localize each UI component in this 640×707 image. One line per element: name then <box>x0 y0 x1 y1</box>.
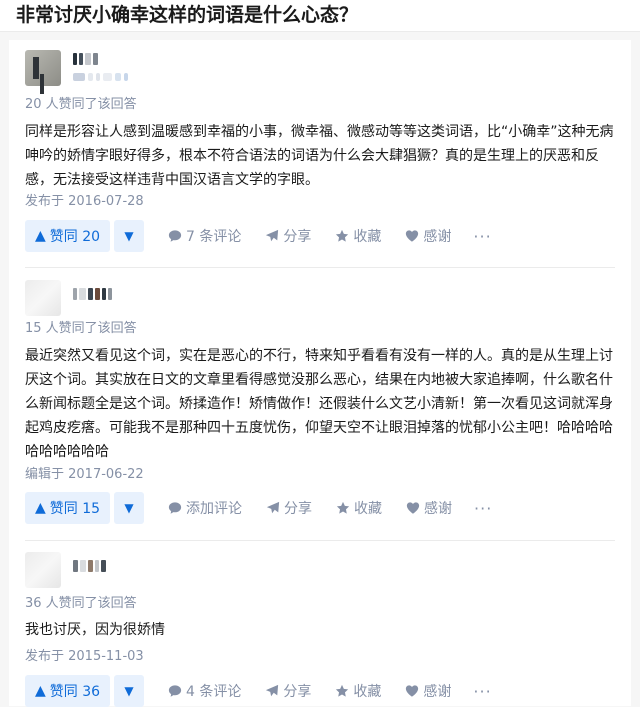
author-name-blurred[interactable] <box>73 288 112 300</box>
triangle-up-icon: ▲ <box>35 500 46 516</box>
action-bar: ▲ 赞同 20 ▼ 7 条评论 分享 收藏 感谢 ··· <box>25 220 492 252</box>
vote-up-label: 赞同 36 <box>49 684 101 700</box>
answer-content: 我也讨厌，因为很娇情 <box>25 622 165 638</box>
comment-bubble-icon <box>168 502 182 514</box>
upvoters-text: 15 人赞同了该回答 <box>25 321 137 336</box>
share-label: 分享 <box>283 684 312 700</box>
heart-icon <box>406 502 420 514</box>
more-options-icon[interactable]: ··· <box>473 682 491 701</box>
vote-down-button[interactable]: ▼ <box>114 220 145 252</box>
answer-list: 20 人赞同了该回答 同样是形容让人感到温暖感到幸福的小事，微幸福、微感动等等这… <box>9 40 631 707</box>
answer-date[interactable]: 编辑于 2017-06-22 <box>25 467 144 483</box>
triangle-down-icon: ▼ <box>124 229 134 243</box>
answer-date[interactable]: 发布于 2016-07-28 <box>25 194 144 210</box>
avatar[interactable] <box>25 280 61 316</box>
upvoters-text: 20 人赞同了该回答 <box>25 97 137 112</box>
vote-down-button[interactable]: ▼ <box>114 675 145 707</box>
divider <box>25 540 615 541</box>
collect-label: 收藏 <box>354 501 383 517</box>
avatar[interactable] <box>25 552 61 588</box>
collect-button[interactable]: 收藏 <box>336 498 382 518</box>
collect-label: 收藏 <box>353 684 382 700</box>
vote-up-label: 赞同 20 <box>49 229 101 245</box>
triangle-down-icon: ▼ <box>124 501 134 515</box>
comment-label: 4 条评论 <box>186 684 242 700</box>
thanks-label: 感谢 <box>423 229 452 245</box>
comment-label: 添加评论 <box>186 501 243 517</box>
triangle-up-icon: ▲ <box>35 228 46 244</box>
paper-plane-icon <box>266 684 279 697</box>
question-title[interactable]: 非常讨厌小确幸这样的词语是什么心态？ <box>0 0 640 32</box>
share-button[interactable]: 分享 <box>266 498 312 518</box>
star-icon <box>336 684 349 697</box>
collect-button[interactable]: 收藏 <box>335 681 381 701</box>
answer-content: 同样是形容让人感到温暖感到幸福的小事，微幸福、微感动等等这类词语，比“小确幸”这… <box>25 124 614 188</box>
thanks-label: 感谢 <box>424 501 453 517</box>
collect-label: 收藏 <box>353 229 382 245</box>
vote-up-label: 赞同 15 <box>49 501 101 517</box>
star-icon <box>336 501 350 514</box>
author-bio-blurred <box>73 73 128 81</box>
share-button[interactable]: 分享 <box>265 226 311 246</box>
comment-button[interactable]: 7 条评论 <box>168 226 241 246</box>
vote-up-button[interactable]: ▲ 赞同 36 <box>25 675 111 707</box>
answer-item: 36 人赞同了该回答 我也讨厌，因为很娇情 发布于 2015-11-03 ▲ 赞… <box>9 542 609 707</box>
more-options-icon[interactable]: ··· <box>473 227 491 246</box>
vote-up-button[interactable]: ▲ 赞同 15 <box>25 492 111 524</box>
comment-bubble-icon <box>168 685 182 697</box>
vote-up-button[interactable]: ▲ 赞同 20 <box>25 220 111 252</box>
more-options-icon[interactable]: ··· <box>474 499 492 518</box>
paper-plane-icon <box>266 501 280 514</box>
author-name-blurred[interactable] <box>73 560 106 572</box>
thanks-label: 感谢 <box>423 684 452 700</box>
vote-down-button[interactable]: ▼ <box>114 492 145 524</box>
triangle-down-icon: ▼ <box>124 684 134 698</box>
action-bar: ▲ 赞同 36 ▼ 4 条评论 分享 收藏 感谢 ··· <box>25 675 492 707</box>
comment-button[interactable]: 添加评论 <box>168 498 242 518</box>
thanks-button[interactable]: 感谢 <box>406 498 452 518</box>
answer-item: 20 人赞同了该回答 同样是形容让人感到温暖感到幸福的小事，微幸福、微感动等等这… <box>9 40 614 270</box>
heart-icon <box>406 230 419 242</box>
paper-plane-icon <box>266 229 279 242</box>
heart-icon <box>406 685 419 697</box>
thanks-button[interactable]: 感谢 <box>405 226 451 246</box>
answer-date[interactable]: 发布于 2015-11-03 <box>25 649 144 665</box>
upvoters-text: 36 人赞同了该回答 <box>25 596 137 611</box>
divider <box>25 267 615 268</box>
share-button[interactable]: 分享 <box>265 681 311 701</box>
answer-item: 15 人赞同了该回答 最近突然又看见这个词，实在是恶心的不行，特来知乎看看有没有… <box>9 270 613 542</box>
star-icon <box>336 229 349 242</box>
comment-label: 7 条评论 <box>186 229 242 245</box>
thanks-button[interactable]: 感谢 <box>405 681 451 701</box>
share-label: 分享 <box>284 501 313 517</box>
collect-button[interactable]: 收藏 <box>335 226 381 246</box>
action-bar: ▲ 赞同 15 ▼ 添加评论 分享 收藏 感谢 ··· <box>25 492 492 524</box>
author-name-blurred[interactable] <box>73 53 98 65</box>
share-label: 分享 <box>283 229 312 245</box>
answer-content: 最近突然又看见这个词，实在是恶心的不行，特来知乎看看有没有一样的人。真的是从生理… <box>25 348 613 460</box>
triangle-up-icon: ▲ <box>35 683 46 699</box>
avatar[interactable] <box>25 50 61 86</box>
comment-button[interactable]: 4 条评论 <box>168 681 241 701</box>
comment-bubble-icon <box>168 230 182 242</box>
